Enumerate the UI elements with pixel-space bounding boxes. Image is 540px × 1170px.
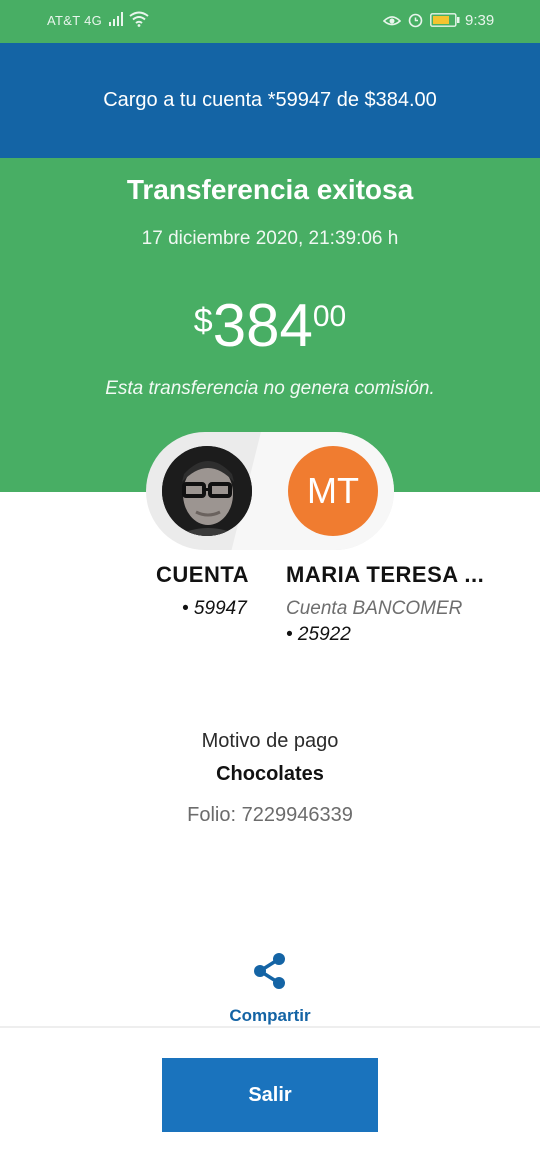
battery-icon: [430, 13, 460, 27]
origin-avatar: [162, 446, 252, 536]
footer-divider: [0, 1026, 540, 1028]
charge-banner-text: Cargo a tu cuenta *59947 de $384.00: [103, 89, 437, 111]
amount-decimals: 00: [312, 300, 347, 333]
destination-bank: Cuenta BANCOMER: [286, 598, 463, 619]
parties-pill: MT: [146, 432, 394, 550]
amount-currency: $: [193, 302, 213, 340]
carrier-label: AT&T 4G: [47, 13, 103, 28]
origin-account: • 59947: [182, 598, 247, 619]
destination-name: MARIA TERESA ...: [286, 562, 485, 587]
user-photo-icon: [162, 446, 252, 536]
exit-button[interactable]: Salir: [162, 1058, 378, 1132]
alarm-icon: [408, 13, 423, 28]
payment-concept-label: Motivo de pago: [201, 730, 339, 752]
amount-integer: 384: [212, 292, 313, 359]
transfer-datetime: 17 diciembre 2020, 21:39:06 h: [141, 228, 399, 249]
destination-account: • 25922: [286, 624, 351, 645]
eye-icon: [383, 16, 401, 26]
share-icon[interactable]: [252, 952, 288, 990]
charge-banner: Cargo a tu cuenta *59947 de $384.00: [0, 43, 540, 158]
status-bar: AT&T 4G 9:39: [0, 0, 540, 43]
wifi-icon: [129, 11, 149, 27]
destination-avatar: MT: [288, 446, 378, 536]
clock-time: 9:39: [465, 12, 495, 29]
page-title: Transferencia exitosa: [126, 174, 414, 205]
transfer-amount: $ 384 00: [0, 296, 540, 356]
payment-concept-value: Chocolates: [216, 763, 324, 785]
signal-icon: [109, 12, 123, 26]
fee-note: Esta transferencia no genera comisión.: [105, 378, 435, 399]
share-button[interactable]: Compartir: [0, 1006, 540, 1026]
origin-name: CUENTA: [156, 562, 250, 587]
folio-number: Folio: 7229946339: [187, 804, 353, 826]
